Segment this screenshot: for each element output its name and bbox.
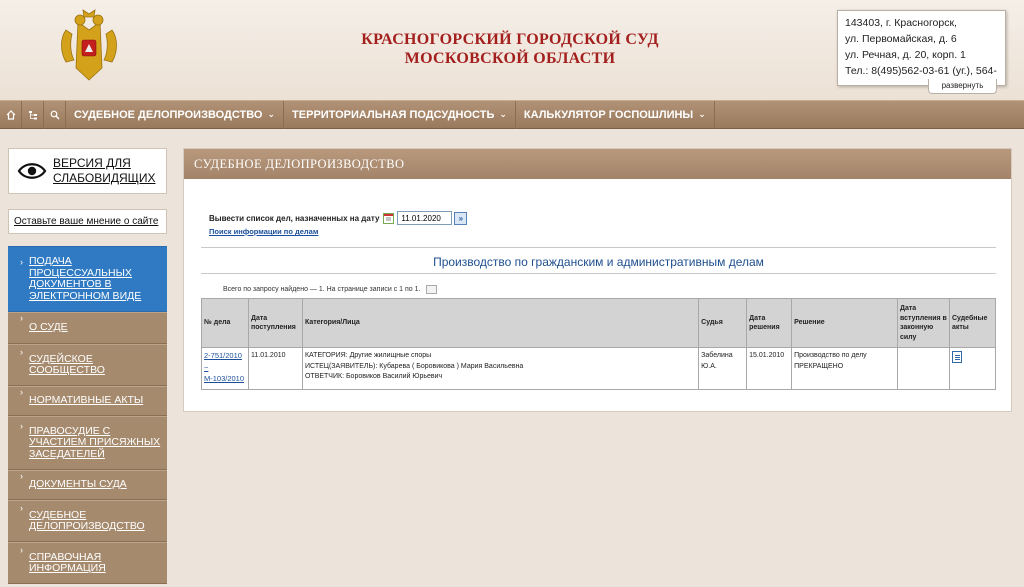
expand-address-button[interactable]: развернуть <box>928 79 997 94</box>
sidebar-item-documents[interactable]: › ДОКУМЕНТЫ СУДА <box>8 470 167 500</box>
case-search-link[interactable]: Поиск информации по делам <box>209 227 318 236</box>
chevron-right-icon: › <box>20 421 23 431</box>
results-count: Всего по запросу найдено — 1. На страниц… <box>223 285 438 294</box>
column-header: Судья <box>698 298 748 348</box>
eye-icon <box>17 163 47 179</box>
print-icon[interactable] <box>426 285 438 294</box>
case-number-link[interactable]: 2-751/2010 <box>204 351 242 360</box>
judge-cell: Забелина Ю.А. <box>698 347 748 390</box>
effective-date-cell <box>896 347 950 390</box>
chevron-right-icon: › <box>20 471 23 481</box>
sidebar-item-label: ДОКУМЕНТЫ СУДА <box>29 478 127 491</box>
nav-item-label: СУДЕБНОЕ ДЕЛОПРОИЗВОДСТВО <box>74 108 263 121</box>
sidebar-item-label: СПРАВОЧНАЯ ИНФОРМАЦИЯ <box>29 550 106 574</box>
feedback-link[interactable]: Оставьте ваше мнение о сайте <box>8 209 167 234</box>
divider <box>201 247 996 248</box>
decision-cell: Производство по делу ПРЕКРАЩЕНО <box>791 347 898 390</box>
chevron-right-icon: › <box>20 347 23 357</box>
sidebar-item-about[interactable]: › О СУДЕ <box>8 312 167 344</box>
divider <box>201 273 996 274</box>
court-title-line1: КРАСНОГОРСКИЙ ГОРОДСКОЙ СУД <box>361 31 659 48</box>
chevron-right-icon: › <box>20 545 23 555</box>
sidebar-item-court-records[interactable]: › СУДЕБНОЕ ДЕЛОПРОИЗВОДСТВО <box>8 500 167 542</box>
column-header: Категория/Лица <box>301 298 700 348</box>
sidebar-item-label: СУДЕЙСКОЕ СООБЩЕСТВО <box>29 352 105 376</box>
search-icon[interactable] <box>44 100 66 129</box>
show-cases-button[interactable]: » <box>454 211 468 225</box>
address-line: ул. Речная, д. 20, корп. 1 <box>845 49 966 61</box>
nav-item-label: КАЛЬКУЛЯТОР ГОСПОШЛИНЫ <box>523 108 694 121</box>
sidebar-item-jury[interactable]: › ПРАВОСУДИЕ С УЧАСТИЕМ ПРИСЯЖНЫХ ЗАСЕДА… <box>8 416 167 470</box>
received-date-cell: 11.01.2010 <box>247 347 303 390</box>
chevron-right-icon: › <box>20 257 23 267</box>
column-header: № дела <box>201 298 249 348</box>
chevron-right-icon: › <box>20 387 23 397</box>
case-number-separator[interactable]: ~ <box>204 363 208 372</box>
category-text: КАТЕГОРИЯ: Другие жилищные споры <box>304 352 432 359</box>
chevron-right-icon: › <box>20 313 23 323</box>
coat-of-arms-icon <box>61 9 117 81</box>
address-line: ул. Первомайская, д. 6 <box>845 33 957 45</box>
column-header: Дата решения <box>746 298 793 348</box>
table-header-row: № дела Дата поступления Категория/Лица С… <box>201 298 997 348</box>
court-title: КРАСНОГОРСКИЙ ГОРОДСКОЙ СУД МОСКОВСКОЙ О… <box>300 30 720 68</box>
nav-item-jurisdiction[interactable]: ТЕРРИТОРИАЛЬНАЯ ПОДСУДНОСТЬ ⌄ <box>284 100 516 129</box>
court-title-line2: МОСКОВСКОЙ ОБЛАСТИ <box>404 50 616 67</box>
main-panel: СУДЕБНОЕ ДЕЛОПРОИЗВОДСТВО Вывести список… <box>183 148 1012 412</box>
sitemap-icon[interactable] <box>22 100 44 129</box>
main-nav: СУДЕБНОЕ ДЕЛОПРОИЗВОДСТВО ⌄ ТЕРРИТОРИАЛЬ… <box>0 100 1024 129</box>
document-icon[interactable] <box>951 351 962 363</box>
sidebar-item-judges[interactable]: › СУДЕЙСКОЕ СООБЩЕСТВО <box>8 344 167 386</box>
section-title: Производство по гражданским и администра… <box>433 255 764 269</box>
sidebar-item-label: ПРАВОСУДИЕ С УЧАСТИЕМ ПРИСЯЖНЫХ ЗАСЕДАТЕ… <box>29 424 161 460</box>
low-vision-label: ВЕРСИЯ ДЛЯ СЛАБОВИДЯЩИХ <box>53 156 156 185</box>
sidebar-item-reference[interactable]: › СПРАВОЧНАЯ ИНФОРМАЦИЯ <box>8 542 167 584</box>
chevron-down-icon: ⌄ <box>499 109 507 119</box>
plaintiff-text: ИСТЕЦ(ЗАЯВИТЕЛЬ): Кубарева ( Боровикова … <box>304 362 524 370</box>
decision-date-cell: 15.01.2010 <box>746 347 793 390</box>
sidebar-item-label: О СУДЕ <box>29 321 68 334</box>
category-cell: КАТЕГОРИЯ: Другие жилищные споры ИСТЕЦ(З… <box>301 347 700 390</box>
court-acts-cell <box>948 347 997 390</box>
sidebar-item-electronic-filing[interactable]: › ПОДАЧА ПРОЦЕССУАЛЬНЫХ ДОКУМЕНТОВ В ЭЛЕ… <box>8 246 167 312</box>
sidebar-item-label: СУДЕБНОЕ ДЕЛОПРОИЗВОДСТВО <box>29 508 145 532</box>
nav-item-fee-calculator[interactable]: КАЛЬКУЛЯТОР ГОСПОШЛИНЫ ⌄ <box>516 100 715 129</box>
column-header: Дата вступления в законную силу <box>896 298 950 348</box>
nav-item-label: ТЕРРИТОРИАЛЬНАЯ ПОДСУДНОСТЬ <box>292 108 495 121</box>
address-box: 143403, г. Красногорск, ул. Первомайская… <box>837 10 1006 86</box>
address-line: Тел.: 8(495)562-03-61 (уг.), 564- <box>845 65 997 77</box>
sidebar-item-label: ПОДАЧА ПРОЦЕССУАЛЬНЫХ ДОКУМЕНТОВ В ЭЛЕКТ… <box>29 255 142 302</box>
date-input[interactable] <box>397 211 453 225</box>
nav-item-court-records[interactable]: СУДЕБНОЕ ДЕЛОПРОИЗВОДСТВО ⌄ <box>66 100 285 129</box>
sidebar-menu: › ПОДАЧА ПРОЦЕССУАЛЬНЫХ ДОКУМЕНТОВ В ЭЛЕ… <box>8 246 167 584</box>
material-number-link[interactable]: М-103/2010 <box>204 374 244 383</box>
panel-title: СУДЕБНОЕ ДЕЛОПРОИЗВОДСТВО <box>184 149 1011 179</box>
date-prompt: Вывести список дел, назначенных на дату <box>209 213 380 223</box>
address-line: 143403, г. Красногорск, <box>845 17 957 29</box>
column-header: Дата поступления <box>247 298 303 348</box>
date-filter: Вывести список дел, назначенных на дату … <box>209 211 468 225</box>
calendar-icon[interactable] <box>383 212 395 224</box>
sidebar-item-label: НОРМАТИВНЫЕ АКТЫ <box>29 394 144 407</box>
cases-table: № дела Дата поступления Категория/Лица С… <box>201 298 997 390</box>
chevron-down-icon: ⌄ <box>267 109 276 119</box>
column-header: Судебные акты <box>948 298 997 348</box>
chevron-down-icon: ⌄ <box>698 109 706 119</box>
case-number-cell: 2-751/2010 ~ М-103/2010 <box>201 347 249 390</box>
low-vision-version-button[interactable]: ВЕРСИЯ ДЛЯ СЛАБОВИДЯЩИХ <box>8 148 167 194</box>
chevron-right-icon: › <box>20 503 23 513</box>
sidebar-item-regulations[interactable]: › НОРМАТИВНЫЕ АКТЫ <box>8 386 167 416</box>
home-icon[interactable] <box>0 100 22 129</box>
defendant-text: ОТВЕТЧИК: Боровиков Василий Юрьевич <box>304 373 443 380</box>
site-header: КРАСНОГОРСКИЙ ГОРОДСКОЙ СУД МОСКОВСКОЙ О… <box>0 0 1024 100</box>
table-row: 2-751/2010 ~ М-103/2010 11.01.2010 КАТЕГ… <box>201 347 997 390</box>
results-count-text: Всего по запросу найдено — 1. На страниц… <box>223 286 421 293</box>
column-header: Решение <box>791 298 898 348</box>
